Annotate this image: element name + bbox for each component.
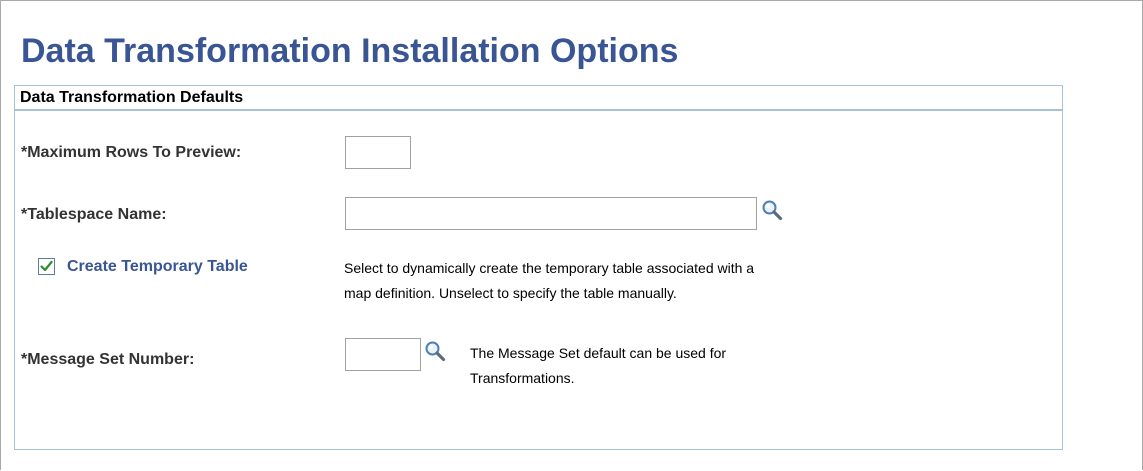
create-temp-table-checkbox[interactable] <box>38 258 55 275</box>
message-set-number-input[interactable] <box>345 338 421 371</box>
message-set-help: The Message Set default can be used for … <box>470 341 726 391</box>
page-frame: Data Transformation Installation Options… <box>0 0 1143 470</box>
max-rows-label: *Maximum Rows To Preview: <box>21 144 242 161</box>
tablespace-name-input[interactable] <box>345 197 757 230</box>
message-set-help-line-1: The Message Set default can be used for <box>470 345 727 361</box>
tablespace-name-label: *Tablespace Name: <box>21 206 167 223</box>
max-rows-input[interactable] <box>345 136 411 169</box>
magnifying-glass-icon[interactable] <box>761 199 783 221</box>
create-temp-help-line-1: Select to dynamically create the tempora… <box>344 260 755 276</box>
message-set-number-label: *Message Set Number: <box>21 351 195 368</box>
group-header: Data Transformation Defaults <box>15 86 1062 111</box>
defaults-group-box: Data Transformation Defaults *Maximum Ro… <box>14 85 1063 450</box>
create-temp-table-help: Select to dynamically create the tempora… <box>344 256 754 306</box>
message-set-help-line-2: Transformations. <box>470 370 575 386</box>
create-temp-help-line-2: map definition. Unselect to specify the … <box>344 285 677 301</box>
magnifying-glass-icon[interactable] <box>424 340 446 362</box>
create-temp-table-label[interactable]: Create Temporary Table <box>67 258 248 276</box>
checkmark-icon <box>40 260 53 272</box>
page-title: Data Transformation Installation Options <box>21 32 679 70</box>
